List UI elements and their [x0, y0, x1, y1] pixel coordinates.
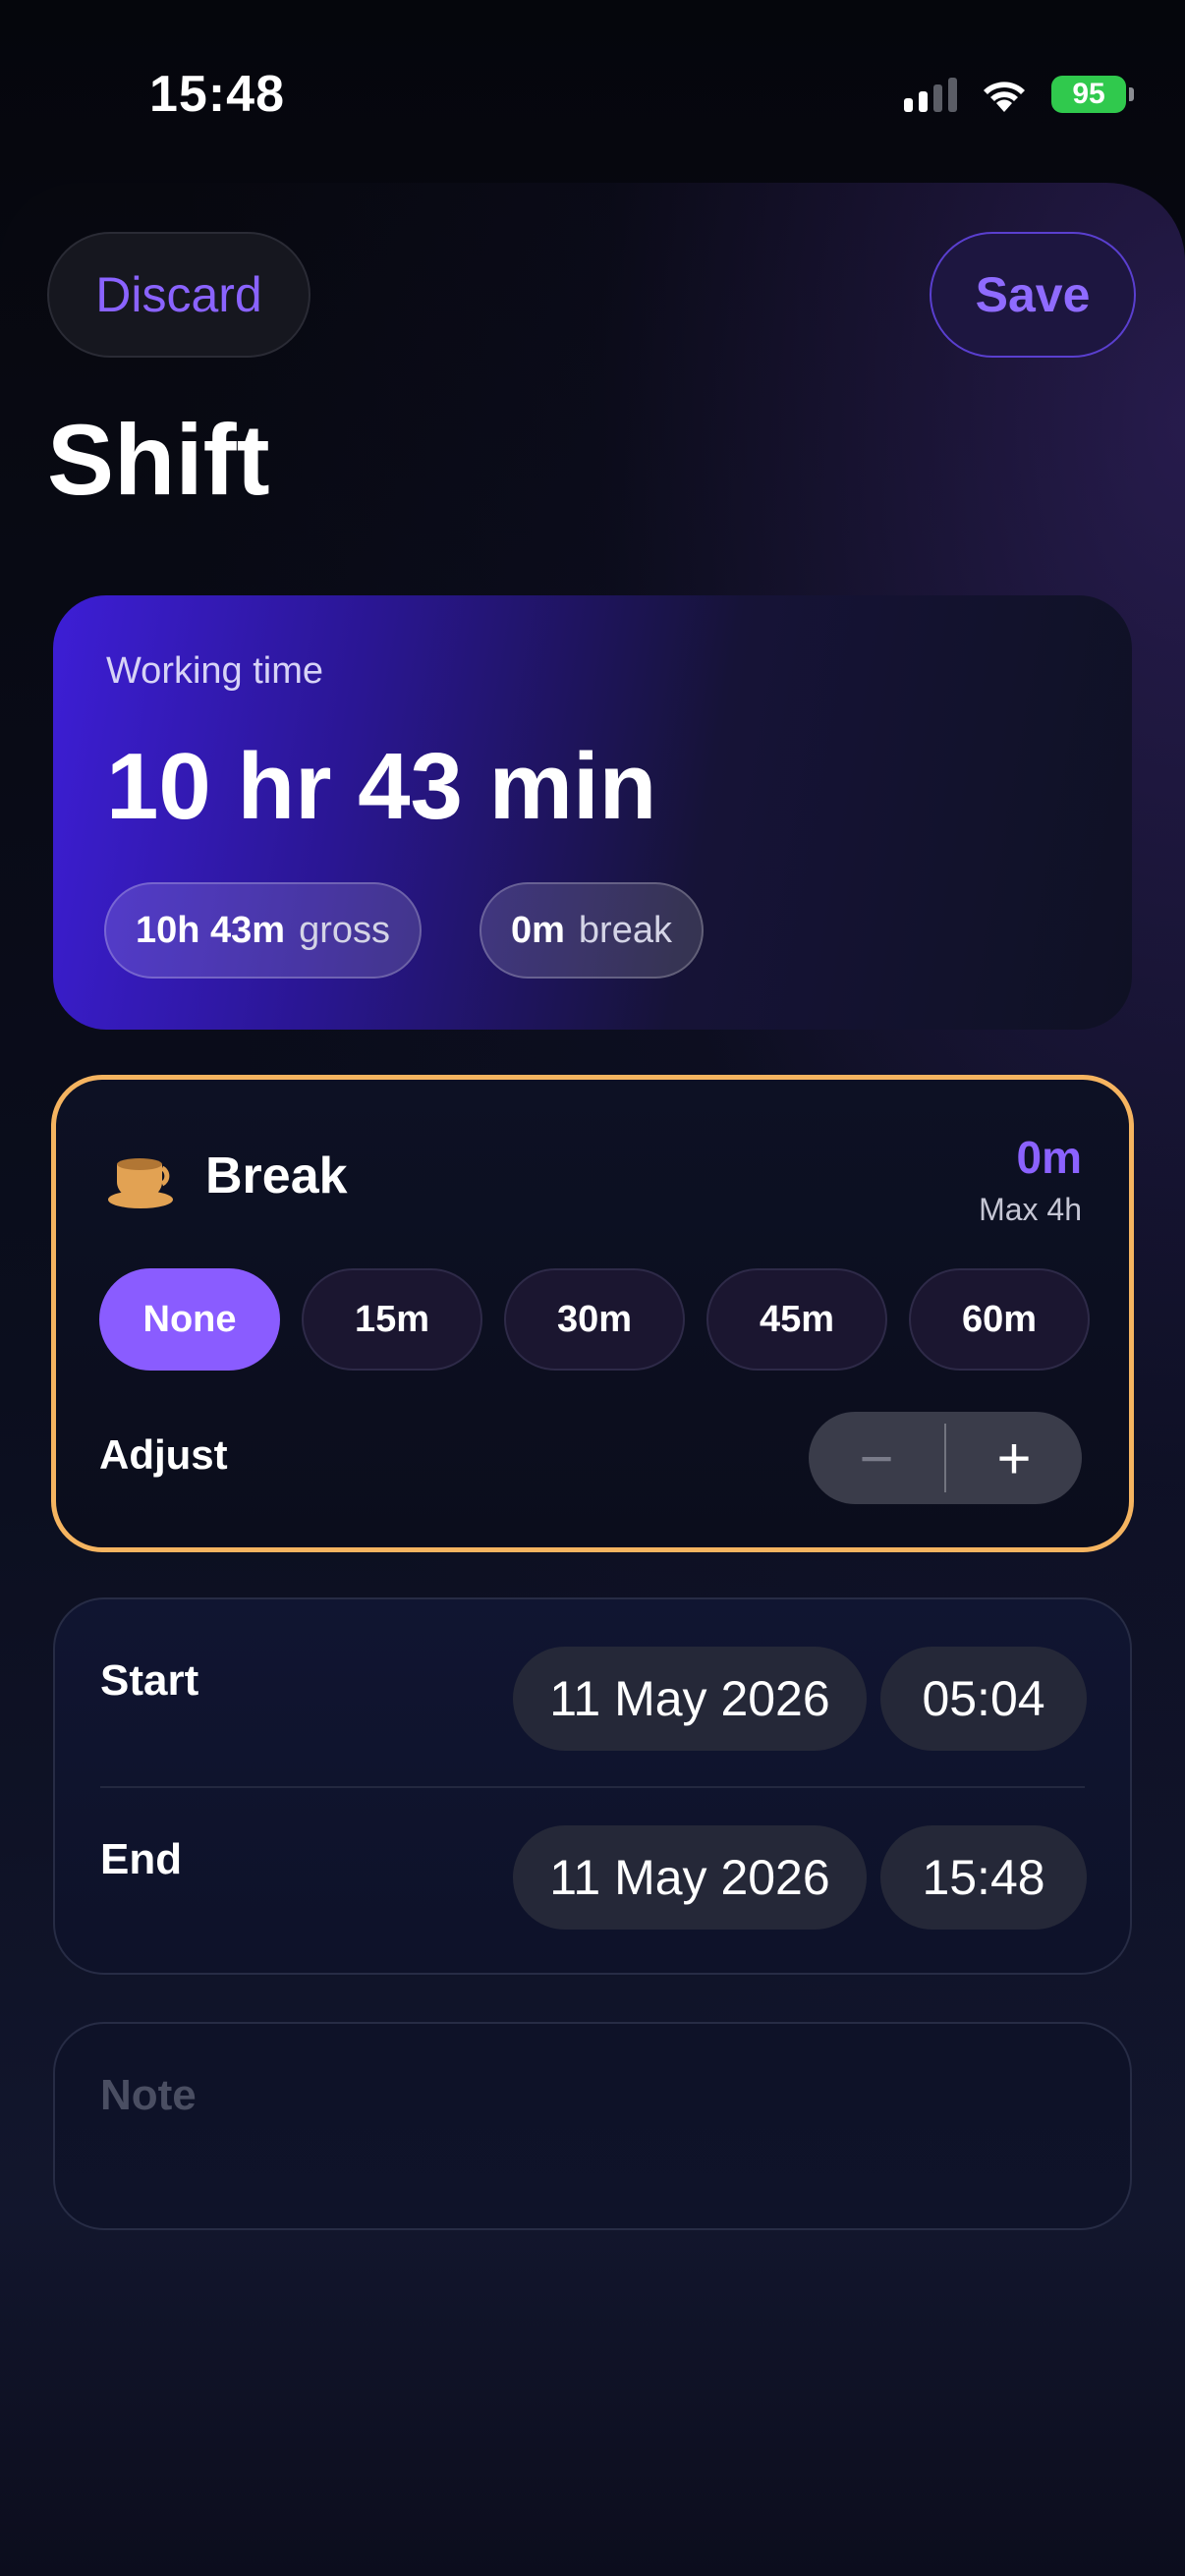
working-time-value: 10 hr 43 min [106, 734, 657, 839]
working-time-label: Working time [106, 650, 324, 692]
status-icons: 95 [904, 75, 1134, 114]
end-label: End [100, 1835, 183, 1883]
status-time: 15:48 [149, 66, 285, 123]
note-field[interactable]: Note [53, 2022, 1132, 2230]
break-option-15m[interactable]: 15m [302, 1268, 482, 1371]
break-options: None 15m 30m 45m 60m [99, 1268, 1090, 1371]
working-time-card: Working time 10 hr 43 min 10h 43m gross … [53, 595, 1132, 1030]
break-title: Break [205, 1148, 348, 1204]
break-option-60m[interactable]: 60m [909, 1268, 1090, 1371]
break-stepper: − + [809, 1412, 1082, 1504]
break-unit: break [578, 909, 672, 951]
end-time-picker[interactable]: 15:48 [880, 1825, 1087, 1930]
battery-icon: 95 [1051, 76, 1134, 113]
gross-chip: 10h 43m gross [104, 882, 423, 979]
end-date-picker[interactable]: 11 May 2026 [513, 1825, 867, 1930]
page-title: Shift [47, 404, 270, 516]
break-chip: 0m break [480, 882, 704, 979]
break-amount: 0m [1016, 1132, 1082, 1183]
break-option-45m[interactable]: 45m [706, 1268, 887, 1371]
discard-button[interactable]: Discard [47, 232, 310, 358]
break-max: Max 4h [979, 1192, 1082, 1227]
shift-times-card: Start 11 May 2026 05:04 End 11 May 2026 … [53, 1597, 1132, 1975]
coffee-cup-icon [108, 1158, 173, 1208]
start-label: Start [100, 1656, 199, 1705]
increment-button[interactable]: + [946, 1412, 1082, 1504]
break-option-30m[interactable]: 30m [504, 1268, 685, 1371]
cellular-signal-icon [904, 77, 957, 112]
break-option-none[interactable]: None [99, 1268, 280, 1371]
screen: 15:48 95 Discard Save Shift Working time… [0, 0, 1185, 2576]
break-card: Break 0m Max 4h None 15m 30m 45m 60m Adj… [51, 1075, 1134, 1552]
note-placeholder: Note [100, 2071, 197, 2119]
wifi-icon [984, 82, 1025, 112]
decrement-button[interactable]: − [809, 1412, 944, 1504]
start-time-picker[interactable]: 05:04 [880, 1647, 1087, 1751]
gross-value: 10h 43m [136, 909, 286, 951]
save-button[interactable]: Save [930, 232, 1136, 358]
break-value: 0m [511, 909, 565, 951]
start-date-picker[interactable]: 11 May 2026 [513, 1647, 867, 1751]
row-divider [100, 1786, 1085, 1788]
battery-level: 95 [1072, 78, 1105, 110]
gross-unit: gross [299, 909, 391, 951]
adjust-label: Adjust [99, 1431, 228, 1478]
